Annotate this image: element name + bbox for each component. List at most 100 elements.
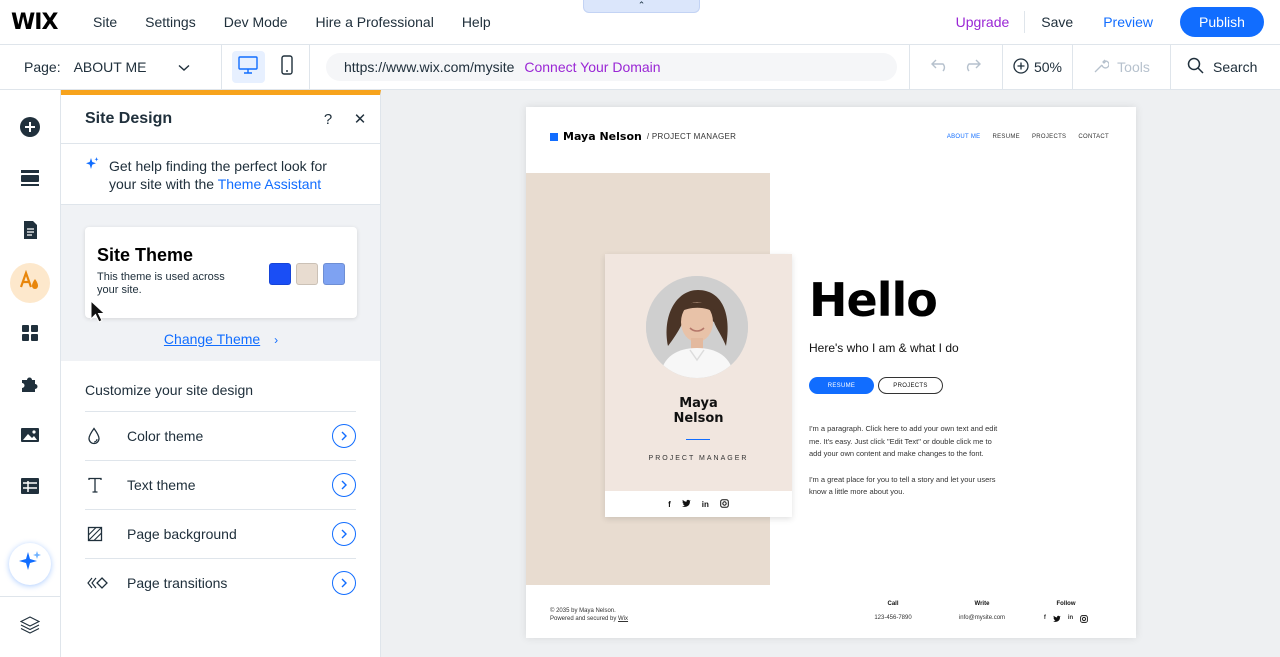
sections-button[interactable] [10, 160, 50, 200]
main-menu: Site Settings Dev Mode Hire a Profession… [93, 14, 519, 30]
change-theme-link[interactable]: Change Theme › [61, 331, 381, 347]
projects-button[interactable]: PROJECTS [878, 377, 943, 394]
card-role: PROJECT MANAGER [648, 455, 749, 462]
footer-call[interactable]: Call 123-456-7890 [869, 601, 917, 621]
hello-subheading[interactable]: Here's who I am & what I do [809, 341, 959, 355]
redo-icon[interactable] [963, 58, 981, 77]
option-label: Page transitions [127, 575, 228, 591]
media-button[interactable] [10, 417, 50, 457]
pages-button[interactable] [10, 212, 50, 252]
paragraph-2: I'm a great place for you to tell a stor… [809, 474, 996, 497]
menu-help[interactable]: Help [462, 14, 491, 30]
facebook-icon[interactable]: f [668, 500, 671, 509]
linkedin-icon[interactable]: in [702, 500, 709, 509]
option-text-theme[interactable]: Text theme [85, 460, 356, 509]
mobile-view-button[interactable] [271, 51, 304, 83]
menu-dev-mode[interactable]: Dev Mode [224, 14, 288, 30]
theme-section: Site Theme This theme is used across you… [61, 205, 380, 361]
collapse-handle[interactable]: ⌃ [583, 0, 700, 13]
swatch-light-blue [323, 263, 345, 285]
undo-redo-group [909, 44, 1003, 90]
add-elements-button[interactable] [10, 109, 50, 149]
apps-button[interactable] [10, 315, 50, 355]
chevron-right-icon[interactable] [332, 473, 356, 497]
text-icon [85, 477, 127, 493]
cms-button[interactable] [10, 468, 50, 508]
option-label: Page background [127, 526, 237, 542]
menu-settings[interactable]: Settings [145, 14, 196, 30]
design-icon [19, 269, 41, 297]
wix-logo[interactable]: WIX [11, 10, 93, 35]
footer-follow[interactable]: Follow f in [1036, 601, 1096, 625]
menu-hire-professional[interactable]: Hire a Professional [316, 14, 434, 30]
hello-heading[interactable]: Hello [809, 273, 938, 327]
connect-domain-link[interactable]: Connect Your Domain [524, 59, 660, 75]
option-page-transitions[interactable]: Page transitions [85, 558, 356, 607]
option-color-theme[interactable]: Color theme [85, 411, 356, 460]
publish-button[interactable]: Publish [1180, 7, 1264, 37]
chevron-right-icon: › [274, 333, 279, 347]
footer-powered: Powered and secured by [550, 616, 619, 622]
site-nav-contact[interactable]: CONTACT [1078, 134, 1109, 140]
site-url-bar[interactable]: https://www.wix.com/mysite Connect Your … [326, 53, 897, 81]
chevron-right-icon[interactable] [332, 522, 356, 546]
layers-button[interactable] [10, 607, 50, 647]
linkedin-icon[interactable]: in [1068, 615, 1073, 625]
site-nav-resume[interactable]: RESUME [992, 134, 1019, 140]
intro-paragraphs[interactable]: I'm a paragraph. Click here to add your … [809, 423, 999, 512]
twitter-icon[interactable] [1052, 615, 1061, 625]
upgrade-button[interactable]: Upgrade [941, 11, 1026, 33]
facebook-icon[interactable]: f [1044, 615, 1046, 625]
search-icon [1187, 57, 1204, 77]
option-label: Color theme [127, 428, 204, 444]
footer-copyright[interactable]: © 2035 by Maya Nelson. Powered and secur… [550, 607, 628, 623]
twitter-icon[interactable] [681, 499, 691, 509]
transitions-icon [85, 576, 127, 590]
site-design-button[interactable] [10, 263, 50, 303]
footer-wix-link[interactable]: Wix [618, 616, 628, 622]
tools-button[interactable]: Tools [1073, 44, 1171, 90]
instagram-icon[interactable] [720, 498, 729, 510]
menu-site[interactable]: Site [93, 14, 117, 30]
option-page-background[interactable]: Page background [85, 509, 356, 558]
chevron-right-icon[interactable] [332, 424, 356, 448]
close-icon[interactable]: ✕ [344, 110, 376, 128]
save-button[interactable]: Save [1025, 14, 1089, 30]
footer-write[interactable]: Write info@mysite.com [952, 601, 1012, 621]
chevron-down-icon [178, 59, 190, 75]
site-nav-about[interactable]: ABOUT ME [947, 134, 981, 140]
page-selector[interactable]: Page: ABOUT ME [0, 44, 222, 90]
card-divider [686, 439, 710, 440]
theme-assistant-link[interactable]: Theme Assistant [218, 176, 322, 192]
zoom-control[interactable]: 50% [1003, 44, 1073, 90]
preview-button[interactable]: Preview [1089, 14, 1167, 30]
business-apps-button[interactable] [10, 366, 50, 406]
site-owner-role: / PROJECT MANAGER [646, 132, 737, 141]
search-button[interactable]: Search [1171, 45, 1257, 90]
plus-circle-icon [19, 116, 41, 143]
layers-icon [19, 615, 41, 639]
footer-write-value: info@mysite.com [958, 615, 1006, 621]
site-header-logo[interactable]: Maya Nelson / PROJECT MANAGER [550, 130, 736, 143]
desktop-view-button[interactable] [232, 51, 265, 83]
site-url: https://www.wix.com/mysite [344, 59, 515, 75]
paragraph-1: I'm a paragraph. Click here to add your … [809, 424, 998, 459]
panel-header: Site Design ? ✕ [61, 95, 380, 144]
help-icon[interactable]: ? [312, 111, 344, 128]
instagram-icon[interactable] [1080, 615, 1088, 625]
rail-divider [0, 596, 61, 597]
undo-icon[interactable] [931, 58, 949, 77]
site-canvas[interactable]: Maya Nelson / PROJECT MANAGER ABOUT ME R… [526, 107, 1136, 638]
theme-swatches [269, 263, 345, 285]
logo-square [550, 132, 558, 141]
site-nav-projects[interactable]: PROJECTS [1032, 134, 1066, 140]
site-theme-card[interactable]: Site Theme This theme is used across you… [85, 227, 357, 318]
footer-write-heading: Write [974, 601, 990, 607]
profile-photo[interactable] [646, 276, 748, 378]
resume-button[interactable]: RESUME [809, 377, 874, 394]
profile-card[interactable]: Maya Nelson PROJECT MANAGER f in [605, 254, 792, 517]
ai-assistant-button[interactable] [9, 543, 51, 585]
page-value: ABOUT ME [73, 59, 147, 75]
site-theme-description: This theme is used across your site. [97, 271, 225, 296]
chevron-right-icon[interactable] [332, 571, 356, 595]
